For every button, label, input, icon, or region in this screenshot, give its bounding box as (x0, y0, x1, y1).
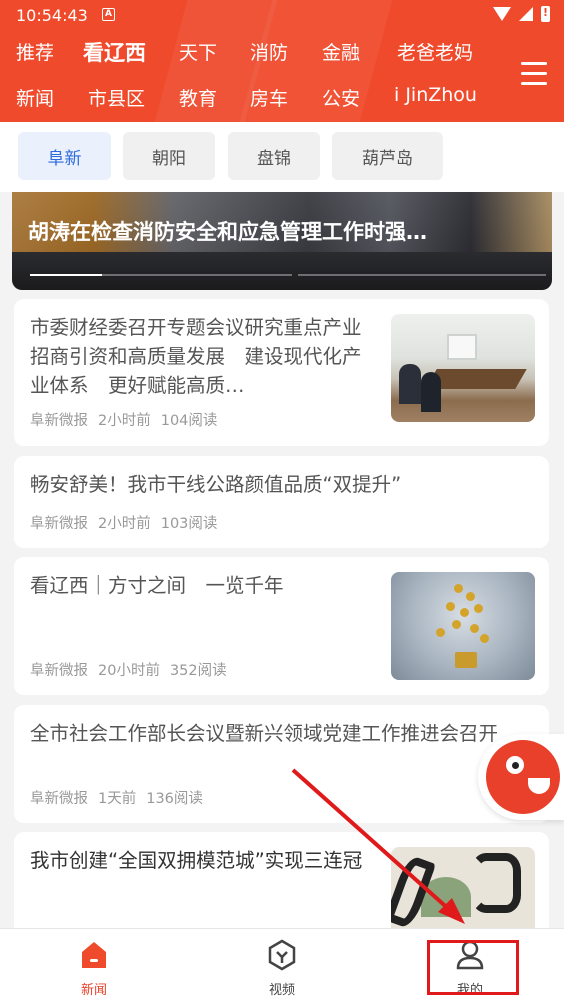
article-meta: 阜新微报 20小时前 352阅读 (30, 659, 237, 680)
tab-channel[interactable]: 房车 (250, 84, 288, 111)
tab-channel[interactable]: 老爸老妈 (397, 38, 473, 65)
tab-channel[interactable]: 推荐 (16, 38, 54, 65)
article-card[interactable]: 畅安舒美！我市干线公路颜值品质“双提升” 阜新微报 2小时前 103阅读 (14, 456, 549, 548)
region-chip[interactable]: 盘锦 (228, 132, 320, 180)
annotation-highlight-box (427, 940, 519, 995)
tab-channel[interactable]: 消防 (250, 38, 288, 65)
article-card[interactable]: 看辽西｜方寸之间 一览千年 阜新微报 20小时前 352阅读 (14, 557, 549, 695)
banner-title: 胡涛在检查消防安全和应急管理工作时强… (28, 220, 427, 244)
article-time: 2小时前 (98, 516, 151, 532)
tab-news[interactable]: 新闻 (34, 929, 154, 1004)
tab-label: 新闻 (80, 983, 107, 998)
article-source: 阜新微报 (30, 663, 88, 679)
article-title: 畅安舒美！我市干线公路颜值品质“双提升” (30, 473, 402, 496)
region-chip-active[interactable]: 阜新 (18, 132, 111, 180)
article-title: 全市社会工作部长会议暨新兴领域党建工作推进会召开 (30, 722, 499, 745)
article-title: 市委财经委召开专题会议研究重点产业招商引资和高质量发展 建设现代化产业体系 更好… (30, 316, 362, 397)
region-filter-bar: 阜新 朝阳 盘锦 葫芦岛 (0, 122, 564, 192)
wifi-icon (493, 7, 511, 21)
notification-badge-icon: A (102, 8, 115, 21)
article-source: 阜新微报 (30, 413, 88, 429)
tab-channel[interactable]: i JinZhou (394, 84, 477, 106)
home-icon (82, 942, 106, 968)
floating-mascot-button[interactable] (478, 734, 564, 820)
tab-channel[interactable]: 新闻 (16, 84, 54, 111)
article-meta: 阜新微报 2小时前 103阅读 (30, 512, 227, 533)
article-reads: 103阅读 (160, 516, 218, 532)
top-header: 10:54:43 A 推荐 看辽西 天下 消防 金融 老爸老妈 新闻 市县区 教… (0, 0, 564, 122)
article-source: 阜新微报 (30, 516, 88, 532)
region-chip[interactable]: 朝阳 (123, 132, 215, 180)
signal-icon (519, 7, 533, 21)
region-chip[interactable]: 葫芦岛 (332, 132, 443, 180)
video-icon (268, 939, 296, 971)
article-time: 20小时前 (98, 663, 160, 679)
status-icons (493, 6, 550, 22)
tab-channel[interactable]: 市县区 (88, 84, 145, 111)
article-meta: 阜新微报 1天前 136阅读 (30, 787, 213, 808)
status-bar: 10:54:43 A (0, 0, 564, 32)
tab-label: 视频 (268, 983, 295, 998)
article-title: 我市创建“全国双拥模范城”实现三连冠 (30, 849, 363, 872)
article-reads: 104阅读 (160, 413, 218, 429)
article-card[interactable]: 全市社会工作部长会议暨新兴领域党建工作推进会召开 阜新微报 1天前 136阅读 (14, 705, 549, 823)
tab-channel[interactable]: 教育 (179, 84, 217, 111)
fish-mascot-icon (486, 740, 560, 814)
article-title: 看辽西｜方寸之间 一览千年 (30, 574, 284, 597)
article-reads: 136阅读 (146, 791, 203, 807)
article-time: 1天前 (98, 791, 137, 807)
article-thumbnail (391, 572, 535, 680)
menu-icon[interactable] (521, 62, 547, 86)
article-reads: 352阅读 (169, 663, 227, 679)
status-time: 10:54:43 (16, 6, 88, 25)
article-meta: 阜新微报 2小时前 104阅读 (30, 409, 227, 430)
tab-video[interactable]: 视频 (222, 929, 342, 1004)
tab-channel-active[interactable]: 看辽西 (83, 37, 146, 67)
tab-channel[interactable]: 天下 (179, 38, 217, 65)
article-card[interactable]: 市委财经委召开专题会议研究重点产业招商引资和高质量发展 建设现代化产业体系 更好… (14, 299, 549, 446)
carousel-indicator (30, 273, 546, 277)
banner-carousel[interactable]: 胡涛在检查消防安全和应急管理工作时强… (12, 192, 552, 290)
article-thumbnail (391, 314, 535, 422)
carousel-indicator-active (30, 274, 102, 276)
article-source: 阜新微报 (30, 791, 88, 807)
tab-channel[interactable]: 公安 (322, 84, 360, 111)
article-time: 2小时前 (98, 413, 151, 429)
battery-icon (541, 6, 550, 22)
tab-channel[interactable]: 金融 (322, 38, 360, 65)
